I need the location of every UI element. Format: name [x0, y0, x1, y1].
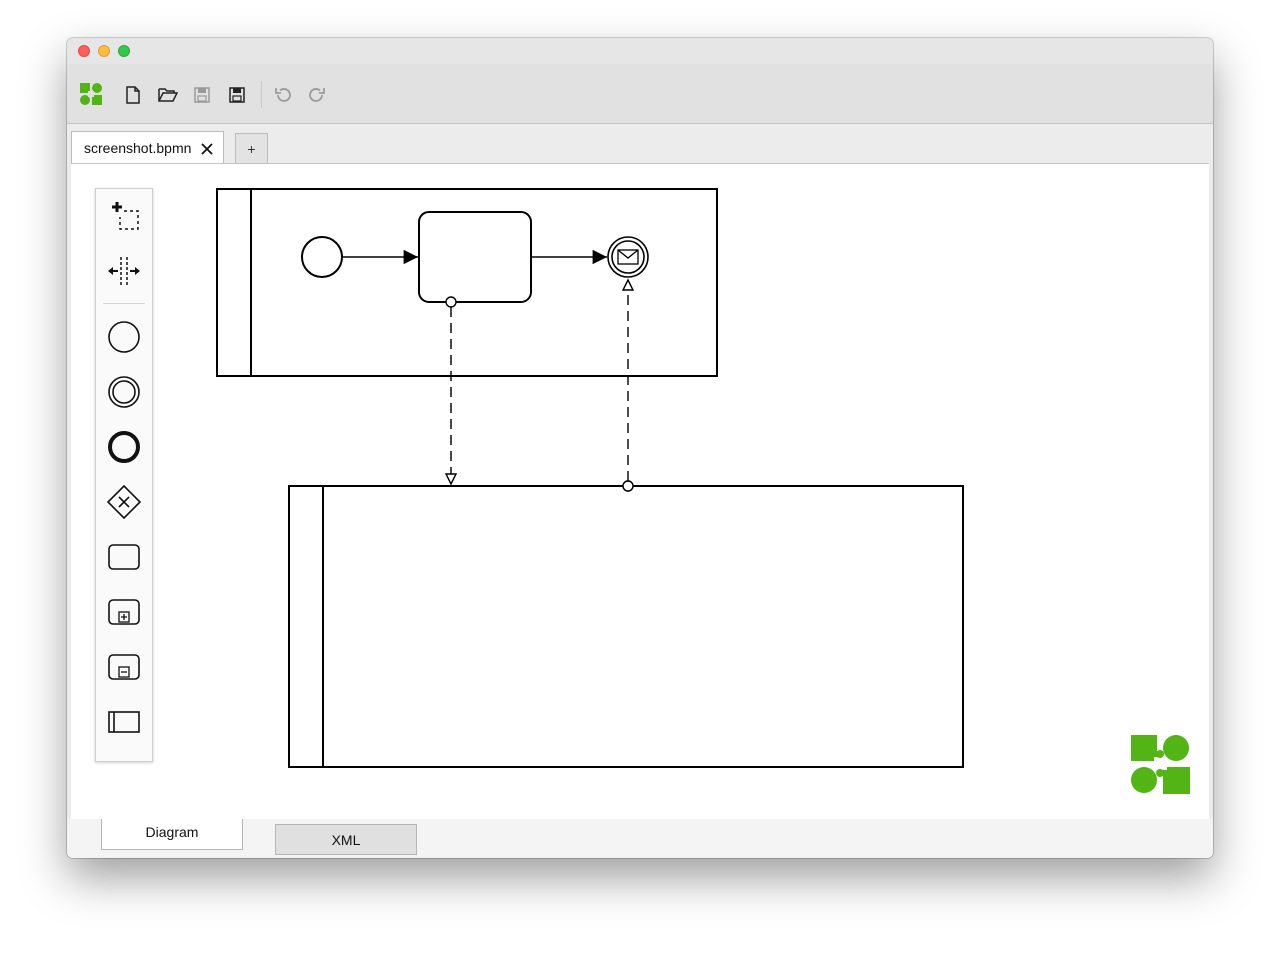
title-bar [67, 38, 1213, 64]
end-event-icon[interactable] [107, 430, 141, 464]
space-tool-icon[interactable] [107, 254, 141, 288]
task[interactable] [418, 211, 532, 303]
view-switcher: Diagram XML [67, 819, 1213, 858]
palette-separator [103, 303, 145, 304]
participant-icon[interactable] [107, 705, 141, 739]
gateway-icon[interactable] [107, 485, 141, 519]
start-event[interactable] [301, 236, 343, 278]
save-as-icon[interactable] [226, 84, 248, 106]
bpmn-io-logo-icon [79, 82, 103, 106]
redo-icon[interactable] [306, 84, 328, 106]
new-file-icon[interactable] [122, 84, 144, 106]
zoom-window-button[interactable] [118, 45, 130, 57]
app-window: screenshot.bpmn + Diagram XML [67, 38, 1213, 858]
message-flow-2-source [622, 480, 634, 492]
add-tab-button[interactable]: + [235, 133, 268, 163]
file-tab-label: screenshot.bpmn [84, 140, 192, 156]
expanded-subprocess-icon[interactable] [107, 650, 141, 684]
toolbar [67, 64, 1213, 124]
participant-pool-bottom[interactable] [288, 485, 964, 768]
toolbar-separator [261, 81, 262, 108]
task-icon[interactable] [107, 540, 141, 574]
minimize-window-button[interactable] [98, 45, 110, 57]
palette [95, 188, 153, 762]
bpmn-io-watermark-icon[interactable] [1131, 735, 1190, 794]
bpmn-diagram [216, 188, 1190, 794]
collapsed-subprocess-icon[interactable] [107, 595, 141, 629]
tab-diagram[interactable]: Diagram [101, 819, 243, 850]
close-tab-icon[interactable] [200, 142, 214, 156]
save-icon[interactable] [191, 84, 213, 106]
tab-xml[interactable]: XML [275, 824, 417, 855]
start-event-icon[interactable] [107, 320, 141, 354]
lasso-tool-icon[interactable] [107, 199, 141, 233]
diagram-canvas[interactable] [71, 163, 1209, 820]
close-window-button[interactable] [78, 45, 90, 57]
tab-screenshot-bpmn[interactable]: screenshot.bpmn [71, 131, 224, 164]
undo-icon[interactable] [272, 84, 294, 106]
message-end-event[interactable] [607, 236, 649, 278]
open-file-icon[interactable] [157, 84, 179, 106]
intermediate-event-icon[interactable] [107, 375, 141, 409]
